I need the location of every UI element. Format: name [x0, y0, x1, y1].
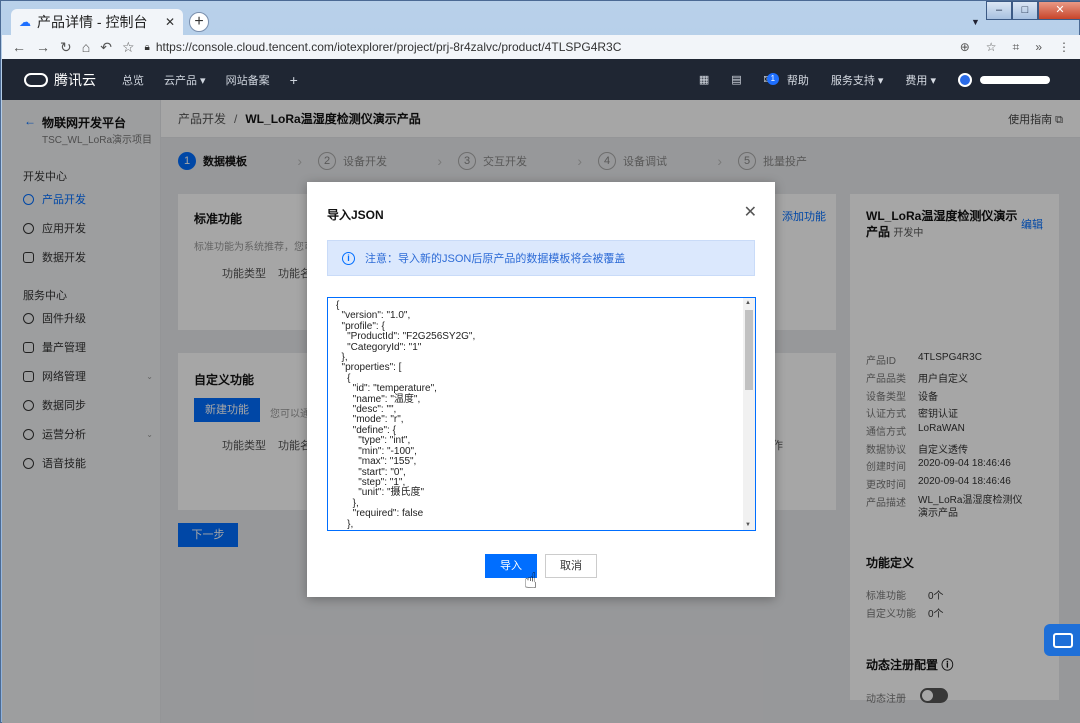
console-top-nav: 腾讯云 总览 云产品 ▾ 网站备案 + ▦ ▤ ✉1 帮助 服务支持 ▾ 费用 … [2, 59, 1080, 100]
menu-dots-icon[interactable]: ⋮ [1058, 40, 1070, 55]
scroll-down-icon[interactable]: ▼ [745, 522, 751, 528]
username-redacted[interactable] [980, 75, 1050, 84]
qr-icon[interactable]: ▦ [699, 73, 709, 86]
reload-icon[interactable]: ↻ [60, 39, 72, 56]
cloud-favicon-icon: ☁ [19, 15, 31, 29]
close-tab-icon[interactable]: ✕ [165, 15, 175, 29]
star-icon[interactable]: ☆ [986, 40, 997, 55]
tab-title: 产品详情 - 控制台 [37, 14, 148, 30]
url-text: https://console.cloud.tencent.com/iotexp… [155, 40, 622, 54]
chat-support-button[interactable] [1044, 624, 1080, 656]
nav-icp[interactable]: 网站备案 [226, 72, 270, 88]
browser-window: ☁ 产品详情 - 控制台 ✕ + ▼ – □ ✕ ← → ↻ ⌂ ↶ ☆ 🔒︎ … [0, 0, 1080, 723]
maximize-button[interactable]: □ [1012, 1, 1038, 20]
home-icon[interactable]: ⌂ [82, 39, 90, 55]
cancel-button[interactable]: 取消 [545, 554, 597, 578]
nav-add[interactable]: + [290, 72, 298, 88]
nav-right: ▦ ▤ ✉1 帮助 服务支持 ▾ 费用 ▾ [699, 72, 1080, 88]
nav-help[interactable]: 帮助 [787, 72, 809, 88]
json-textarea[interactable]: { "version": "1.0", "profile": { "Produc… [327, 297, 756, 531]
minimize-button[interactable]: – [986, 1, 1012, 20]
close-window-button[interactable]: ✕ [1038, 1, 1080, 20]
title-bar: ☁ 产品详情 - 控制台 ✕ + ▼ – □ ✕ [1, 1, 1080, 35]
crop-icon[interactable]: ⌗ [1013, 40, 1020, 55]
message-badge: 1 [766, 73, 779, 85]
browser-toolbar-icons: ⊕ ☆ ⌗ » ⋮ [960, 40, 1070, 55]
dialog-title: 导入JSON [327, 208, 384, 222]
hand-cursor-icon: ☝ [524, 568, 538, 593]
close-icon[interactable]: ✕ [744, 202, 757, 222]
lock-icon: 🔒︎ [144, 41, 150, 53]
cloud-logo-icon [24, 72, 48, 87]
message-icon[interactable]: ✉1 [764, 73, 779, 86]
info-icon: i [342, 251, 355, 265]
new-tab-button[interactable]: + [189, 12, 209, 32]
address-bar: ← → ↻ ⌂ ↶ ☆ 🔒︎ https://console.cloud.ten… [2, 35, 1080, 59]
browser-tab[interactable]: ☁ 产品详情 - 控制台 ✕ [11, 9, 183, 35]
nav-support[interactable]: 服务支持 ▾ [831, 72, 884, 88]
json-content: { "version": "1.0", "profile": { "Produc… [336, 300, 476, 530]
forward-icon[interactable]: → [36, 39, 50, 55]
avatar[interactable] [958, 72, 972, 87]
back-icon[interactable]: ← [12, 39, 26, 55]
nav-products[interactable]: 云产品 ▾ [164, 72, 206, 88]
doc-icon[interactable]: ▤ [731, 73, 741, 86]
url-field[interactable]: 🔒︎ https://console.cloud.tencent.com/iot… [145, 40, 950, 54]
overwrite-notice: i 注意：导入新的JSON后原产品的数据模板将会被覆盖 [327, 240, 755, 276]
notice-text: 注意：导入新的JSON后原产品的数据模板将会被覆盖 [365, 253, 626, 265]
brand-logo[interactable]: 腾讯云 [2, 70, 102, 90]
window-controls: – □ ✕ [986, 1, 1080, 21]
bookmark-star-icon[interactable]: ☆ [122, 39, 135, 56]
scroll-up-icon[interactable]: ▲ [745, 300, 751, 306]
nav-billing[interactable]: 费用 ▾ [905, 72, 936, 88]
scroll-thumb[interactable] [745, 310, 753, 390]
editor-scrollbar[interactable]: ▲ ▼ [743, 298, 755, 530]
tab-menu-caret-icon[interactable]: ▼ [971, 17, 980, 27]
undo-icon[interactable]: ↶ [100, 39, 112, 56]
more-chevron-icon[interactable]: » [1035, 40, 1042, 55]
zoom-icon[interactable]: ⊕ [960, 40, 970, 55]
nav-overview[interactable]: 总览 [122, 72, 144, 88]
brand-name: 腾讯云 [54, 71, 96, 88]
import-json-dialog: 导入JSON ✕ i 注意：导入新的JSON后原产品的数据模板将会被覆盖 { "… [307, 182, 775, 597]
